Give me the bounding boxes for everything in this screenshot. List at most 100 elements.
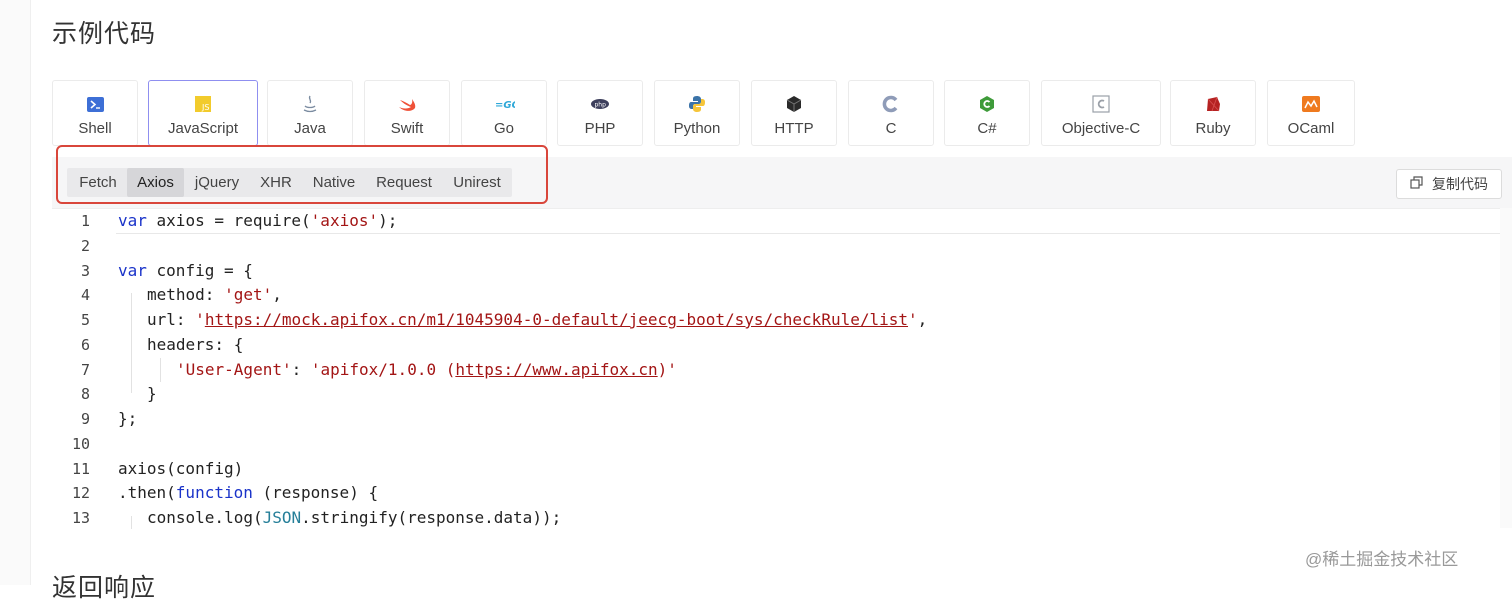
- csharp-icon: [978, 95, 996, 113]
- indent-guide: [160, 358, 161, 382]
- line-number: 10: [71, 435, 90, 453]
- code-line-6: headers: {: [147, 333, 243, 357]
- tab-label: Objective-C: [1061, 120, 1141, 137]
- code-line-13: console.log(JSON.stringify(response.data…: [147, 506, 561, 529]
- line-number: 4: [80, 286, 90, 304]
- tab-shell[interactable]: Shell: [52, 80, 138, 146]
- tab-label: HTTP: [774, 120, 814, 137]
- code-token: JSON: [262, 508, 302, 527]
- code-token: function: [175, 483, 253, 502]
- code-line-5: url: 'https://mock.apifox.cn/m1/1045904-…: [147, 308, 927, 332]
- line-number: 1: [80, 212, 90, 230]
- line-number: 11: [71, 460, 90, 478]
- code-token: ': [195, 310, 205, 329]
- svg-text:=GO: =GO: [495, 100, 515, 110]
- java-icon: [302, 95, 318, 113]
- watermark: @稀土掘金技术社区: [1305, 550, 1459, 569]
- tab-label: Go: [493, 120, 514, 137]
- code-url-link[interactable]: https://mock.apifox.cn/m1/1045904-0-defa…: [205, 310, 908, 329]
- indent-guide: [131, 293, 132, 393]
- editor-scrollbar[interactable]: [1500, 208, 1512, 528]
- code-line-4: method: 'get',: [147, 283, 282, 307]
- code-token: 'User-Agent': [176, 360, 292, 379]
- tab-python[interactable]: Python: [654, 80, 740, 146]
- code-line-7: 'User-Agent': 'apifox/1.0.0 (https://www…: [176, 358, 677, 382]
- tab-label: Ruby: [1195, 120, 1231, 137]
- tab-label: JavaScript: [167, 120, 239, 137]
- svg-text:JS: JS: [201, 103, 209, 112]
- php-icon: php: [590, 95, 610, 113]
- code-token: (response) {: [252, 483, 379, 502]
- copy-code-button[interactable]: 复制代码: [1396, 169, 1502, 199]
- code-editor[interactable]: 1 2 3 4 5 6 7 8 9 10 11 12 13 var axios …: [52, 208, 1512, 529]
- ruby-icon: [1204, 95, 1222, 113]
- code-token: console.log(: [147, 508, 263, 527]
- line-number: 7: [80, 361, 90, 379]
- code-token: .stringify(response.data));: [301, 508, 562, 527]
- tab-csharp[interactable]: C#: [944, 80, 1030, 146]
- line-number: 5: [80, 311, 90, 329]
- copy-icon: [1410, 175, 1424, 193]
- go-icon: =GO: [493, 95, 515, 113]
- code-line-3: var config = {: [118, 259, 253, 283]
- code-token: 'get': [224, 285, 273, 304]
- tab-c[interactable]: C: [848, 80, 934, 146]
- code-token: axios(config): [118, 459, 244, 478]
- tab-label: C#: [977, 120, 997, 137]
- tab-go[interactable]: =GO Go: [461, 80, 547, 146]
- section-title: 示例代码: [52, 20, 157, 48]
- copy-button-label: 复制代码: [1432, 176, 1488, 192]
- js-icon: JS: [195, 95, 211, 113]
- line-number: 12: [71, 484, 90, 502]
- tab-php[interactable]: php PHP: [557, 80, 643, 146]
- code-token: url:: [147, 310, 196, 329]
- tab-swift[interactable]: Swift: [364, 80, 450, 146]
- code-token: ,: [272, 285, 282, 304]
- tab-http[interactable]: HTTP: [751, 80, 837, 146]
- code-line-12: .then(function (response) {: [118, 481, 378, 505]
- line-number: 6: [80, 336, 90, 354]
- tab-label: PHP: [584, 120, 616, 137]
- code-line-9: };: [118, 407, 137, 431]
- code-url-link[interactable]: https://www.apifox.cn: [455, 360, 657, 379]
- tab-label: OCaml: [1287, 120, 1335, 137]
- tab-objective-c[interactable]: Objective-C: [1041, 80, 1161, 146]
- line-number: 2: [80, 237, 90, 255]
- code-token: ,: [917, 310, 928, 329]
- code-line-11: axios(config): [118, 457, 243, 481]
- python-icon: [688, 95, 706, 113]
- tab-label: Python: [673, 120, 721, 137]
- code-token: 'apifox/1.0.0 (: [310, 360, 456, 379]
- code-token: method:: [147, 285, 225, 304]
- code-token: )': [657, 360, 677, 379]
- ocaml-icon: [1302, 95, 1320, 113]
- tab-label: C: [885, 120, 897, 137]
- code-token: headers: {: [147, 335, 244, 354]
- code-token: :: [291, 360, 311, 379]
- tab-label: Shell: [78, 120, 112, 137]
- code-token: .then(: [118, 483, 176, 502]
- objc-icon: [1092, 95, 1110, 113]
- line-number: 9: [80, 410, 90, 428]
- http-icon: [786, 95, 802, 113]
- line-number: 13: [71, 509, 90, 527]
- tab-ocaml[interactable]: OCaml: [1267, 80, 1355, 146]
- code-token: axios = require(: [146, 211, 311, 230]
- code-token: ': [908, 310, 918, 329]
- code-token: 'axios': [310, 211, 379, 230]
- tab-ruby[interactable]: Ruby: [1170, 80, 1256, 146]
- line-number: 3: [80, 262, 90, 280]
- c-icon: [882, 95, 900, 113]
- shell-icon: [86, 95, 104, 113]
- indent-guide: [131, 516, 132, 529]
- swift-icon: [398, 95, 416, 113]
- section-title-response: 返回响应: [52, 574, 157, 602]
- code-token: config = {: [146, 261, 253, 280]
- tab-java[interactable]: Java: [267, 80, 353, 146]
- svg-text:php: php: [595, 102, 607, 109]
- code-token: }: [147, 384, 157, 403]
- line-number: 8: [80, 385, 90, 403]
- tab-label: Swift: [390, 120, 424, 137]
- tab-javascript[interactable]: JS JavaScript: [148, 80, 258, 146]
- code-token: var: [118, 211, 147, 230]
